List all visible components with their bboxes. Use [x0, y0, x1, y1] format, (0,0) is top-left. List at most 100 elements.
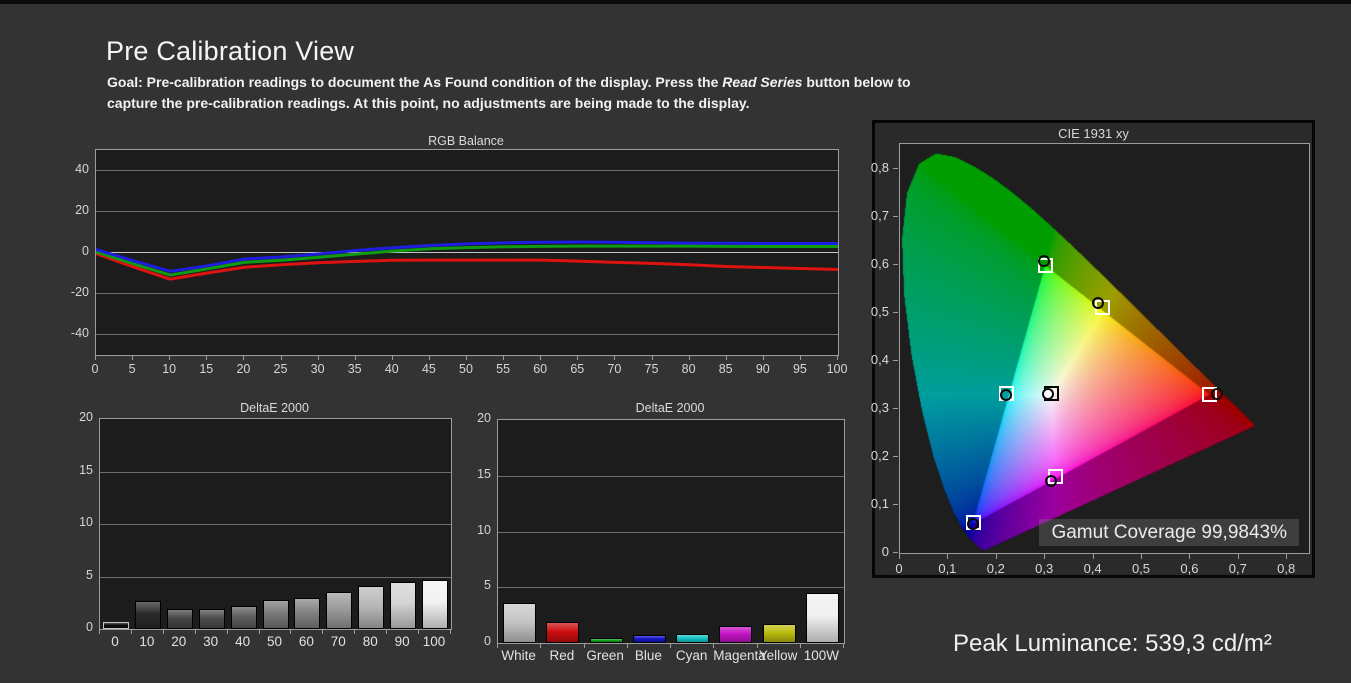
y-tick-label: 20 — [79, 410, 93, 424]
bar-label: Yellow — [758, 648, 798, 663]
bar-cyan — [676, 633, 710, 643]
x-tickmark — [577, 356, 579, 360]
y-tick-label: -40 — [70, 325, 89, 340]
bar-red — [546, 621, 580, 643]
bar-label: 90 — [394, 634, 410, 649]
bar-label: Green — [586, 648, 624, 663]
gridline — [498, 475, 844, 477]
x-tick-label: 90 — [755, 362, 770, 376]
x-tick-label: 75 — [644, 362, 659, 376]
cie-y-tick-label: 0,6 — [870, 256, 889, 272]
bar-label: Cyan — [675, 648, 708, 663]
x-tickmark — [99, 630, 100, 634]
x-tick-label: 65 — [570, 362, 585, 376]
goal-read-series: Read Series — [722, 74, 803, 90]
cie-y-tick-label: 0 — [881, 544, 889, 559]
bar-10 — [134, 600, 161, 629]
bar-label: 30 — [203, 634, 219, 649]
cie-x-tick-label: 0,6 — [1180, 561, 1199, 576]
x-tick-label: 30 — [310, 362, 325, 376]
rgb-balance-chart — [94, 149, 840, 356]
bar-30 — [198, 609, 225, 629]
gridline — [100, 471, 451, 473]
cie-x-tick-label: 0 — [895, 561, 903, 576]
y-tick-label: 20 — [75, 202, 89, 217]
x-tickmark — [226, 630, 228, 634]
cie-y-tick-label: 0,1 — [870, 496, 889, 512]
bar-label: 100W — [803, 648, 840, 663]
cie-x-tick-label: 0,1 — [938, 561, 957, 576]
bar-0 — [102, 621, 129, 629]
cie-x-tick-label: 0,2 — [986, 561, 1005, 576]
goal-suffix: button below to — [802, 74, 911, 90]
cie-y-tick-label: 0,7 — [870, 208, 889, 224]
cie-y-tick-label: 0,4 — [870, 352, 889, 368]
bar-60 — [294, 598, 321, 629]
cie-measured-blue — [966, 517, 979, 530]
bar-100w — [805, 592, 839, 643]
x-tick-label: 40 — [384, 362, 399, 376]
x-tickmark — [280, 356, 282, 360]
y-tick-label: 15 — [477, 466, 491, 481]
bar-yellow — [762, 623, 796, 643]
cie-x-tickmark — [1044, 554, 1046, 559]
cie-title: CIE 1931 xy — [1058, 126, 1129, 141]
x-tickmark — [322, 630, 324, 634]
x-tick-label: 20 — [236, 362, 251, 376]
cie-x-tickmark — [899, 554, 900, 559]
cie-y-tickmark — [893, 168, 898, 170]
x-tickmark — [418, 630, 420, 634]
cie-x-tickmark — [1189, 554, 1191, 559]
bar-label: 60 — [298, 634, 314, 649]
x-tickmark — [837, 356, 838, 360]
bar-label: White — [501, 648, 536, 663]
cie-y-tickmark — [893, 216, 898, 218]
y-tick-label: 0 — [484, 634, 491, 648]
bar-label: Magenta — [713, 648, 766, 663]
cie-x-tickmark — [1237, 554, 1239, 559]
x-tickmark — [206, 356, 208, 360]
x-tickmark — [670, 644, 671, 648]
cie-y-tickmark — [893, 360, 898, 362]
cie-measured-white — [1041, 388, 1054, 401]
x-tickmark — [503, 356, 505, 360]
cie-y-tick-label: 0,2 — [870, 448, 889, 464]
gridline — [498, 587, 844, 589]
x-tick-label: 10 — [162, 362, 177, 376]
bar-label: 100 — [422, 634, 446, 649]
cie-x-tickmark — [947, 554, 949, 559]
x-tickmark — [583, 644, 585, 648]
bar-50 — [262, 600, 289, 629]
x-tick-label: 25 — [273, 362, 288, 376]
x-tick-label: 45 — [421, 362, 436, 376]
bar-label: 10 — [139, 634, 155, 649]
cie-x-tick-label: 0,3 — [1035, 561, 1054, 576]
x-tickmark — [713, 644, 715, 648]
x-tickmark — [132, 356, 134, 360]
x-tickmark — [614, 356, 616, 360]
bar-90 — [390, 582, 417, 629]
x-tickmark — [497, 644, 498, 648]
y-tick-label: 10 — [477, 522, 491, 537]
cie-y-tick-label: 0,5 — [870, 304, 889, 320]
x-tickmark — [466, 356, 467, 360]
bar-green — [589, 637, 623, 643]
deltae-colors-title: DeltaE 2000 — [635, 401, 705, 415]
y-tick-label: -20 — [70, 284, 89, 299]
gamut-coverage-label: Gamut Coverage 99,9843% — [1039, 519, 1299, 546]
x-tick-label: 35 — [347, 362, 362, 376]
x-tick-label: 80 — [681, 362, 696, 376]
cie-y-tick-label: 0,8 — [870, 160, 889, 176]
x-tickmark — [386, 630, 388, 634]
top-black-strip — [0, 0, 1351, 4]
cie-x-tick-label: 0,8 — [1277, 561, 1296, 576]
page-title: Pre Calibration View — [106, 36, 355, 66]
x-tickmark — [130, 630, 132, 634]
x-tickmark — [391, 356, 393, 360]
x-tick-label: 85 — [718, 362, 733, 376]
x-tick-label: 100 — [826, 362, 848, 376]
x-tickmark — [354, 356, 356, 360]
bar-label: 40 — [235, 634, 251, 649]
x-tick-label: 5 — [128, 362, 136, 376]
x-tickmark — [194, 630, 196, 634]
